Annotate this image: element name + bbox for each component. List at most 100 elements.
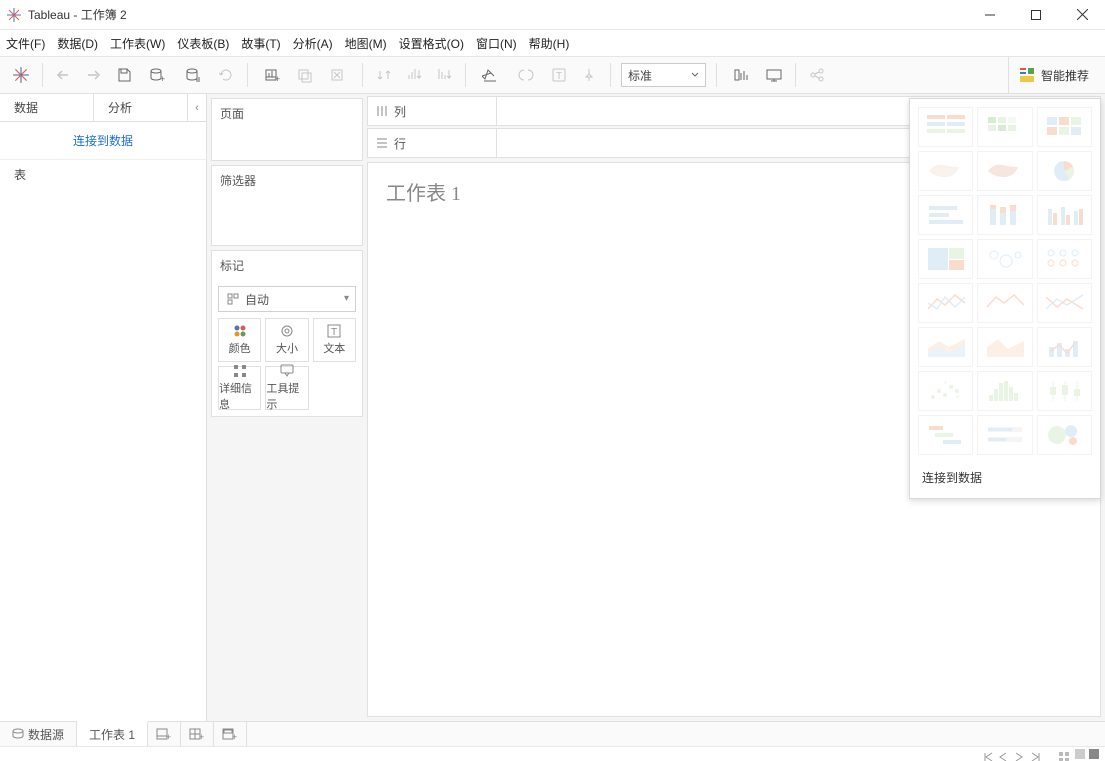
cards-column: 页面 筛选器 标记 自动 ▾ 颜色 大小 T文本 详细信息 工具提示 xyxy=(207,94,367,721)
showme-side-bar[interactable] xyxy=(1037,195,1092,235)
clear-button[interactable] xyxy=(320,61,356,89)
menu-window[interactable]: 窗口(N) xyxy=(476,35,517,52)
datasource-icon xyxy=(12,728,24,740)
color-mark[interactable]: 颜色 xyxy=(218,318,261,362)
minimize-button[interactable] xyxy=(967,0,1013,30)
showme-dual-combo[interactable] xyxy=(1037,327,1092,367)
mark-type-selector[interactable]: 自动 ▾ xyxy=(218,286,356,312)
refresh-button[interactable] xyxy=(211,61,241,89)
menu-worksheet[interactable]: 工作表(W) xyxy=(110,35,165,52)
filters-card[interactable]: 筛选器 xyxy=(211,165,363,246)
new-datasource-button[interactable]: + xyxy=(139,61,175,89)
pages-card[interactable]: 页面 xyxy=(211,98,363,161)
show-me-panel: ++ 连接到数据 xyxy=(909,98,1101,499)
presentation-button[interactable] xyxy=(759,61,789,89)
close-button[interactable] xyxy=(1059,0,1105,30)
new-worksheet-tab[interactable]: + xyxy=(148,722,181,746)
maximize-button[interactable] xyxy=(1013,0,1059,30)
new-worksheet-icon: + xyxy=(156,727,172,741)
showme-scatter[interactable]: ++ xyxy=(918,371,973,411)
size-mark[interactable]: 大小 xyxy=(265,318,308,362)
pause-updates-button[interactable] xyxy=(175,61,211,89)
showme-area-disc[interactable] xyxy=(977,327,1032,367)
sheet-sorter-icon[interactable] xyxy=(1089,749,1099,759)
grid-view-icon[interactable] xyxy=(1059,749,1071,759)
labels-button[interactable]: T xyxy=(544,61,574,89)
showme-line-cont[interactable] xyxy=(918,283,973,323)
showme-bullet[interactable] xyxy=(977,415,1032,455)
showme-dual-line[interactable] xyxy=(1037,283,1092,323)
sheet1-tab[interactable]: 工作表 1 xyxy=(77,721,148,746)
menu-analysis[interactable]: 分析(A) xyxy=(293,35,333,52)
showme-side-circle[interactable] xyxy=(1037,239,1092,279)
text-icon: T xyxy=(327,324,341,338)
showme-box-plot[interactable] xyxy=(1037,371,1092,411)
menu-help[interactable]: 帮助(H) xyxy=(529,35,570,52)
collapse-pane-button[interactable]: ‹ xyxy=(188,94,206,121)
show-me-label: 智能推荐 xyxy=(1041,67,1089,84)
detail-icon xyxy=(233,364,247,378)
svg-text:+: + xyxy=(160,74,165,83)
title-bar: Tableau - 工作簿 2 xyxy=(0,0,1105,30)
datasource-tab[interactable]: 数据源 xyxy=(0,722,77,746)
share-button[interactable] xyxy=(802,61,832,89)
showme-histogram[interactable] xyxy=(977,371,1032,411)
highlight-button[interactable] xyxy=(472,61,508,89)
analytics-tab[interactable]: 分析 xyxy=(94,94,188,121)
next-icon[interactable] xyxy=(1015,749,1027,759)
group-button[interactable] xyxy=(508,61,544,89)
showme-filled-map[interactable] xyxy=(977,151,1032,191)
text-mark[interactable]: T文本 xyxy=(313,318,356,362)
menu-dashboard[interactable]: 仪表板(B) xyxy=(177,35,229,52)
detail-mark[interactable]: 详细信息 xyxy=(218,366,261,410)
new-worksheet-button[interactable]: + xyxy=(254,61,290,89)
showme-hbar[interactable] xyxy=(918,195,973,235)
filmstrip-view-icon[interactable] xyxy=(1075,749,1085,759)
showme-circle-views[interactable] xyxy=(977,239,1032,279)
showme-treemap[interactable] xyxy=(918,239,973,279)
last-icon[interactable] xyxy=(1031,749,1043,759)
menu-format[interactable]: 设置格式(O) xyxy=(399,35,464,52)
size-icon xyxy=(280,324,294,338)
tableau-logo-button[interactable] xyxy=(6,61,36,89)
showme-pie[interactable] xyxy=(1037,151,1092,191)
connect-to-data-link[interactable]: 连接到数据 xyxy=(0,122,206,159)
showme-stacked-bar[interactable] xyxy=(977,195,1032,235)
window-title: Tableau - 工作簿 2 xyxy=(28,6,127,23)
menu-data[interactable]: 数据(D) xyxy=(57,35,98,52)
menu-file[interactable]: 文件(F) xyxy=(6,35,45,52)
menu-map[interactable]: 地图(M) xyxy=(345,35,387,52)
sheet-tabs: 数据源 工作表 1 + + + xyxy=(0,721,1105,746)
marks-card: 标记 自动 ▾ 颜色 大小 T文本 详细信息 工具提示 xyxy=(211,250,363,417)
svg-text:T: T xyxy=(556,71,562,82)
sort-desc-button[interactable] xyxy=(429,61,459,89)
showme-heat-map[interactable] xyxy=(977,107,1032,147)
save-button[interactable] xyxy=(109,61,139,89)
showme-highlight-table[interactable] xyxy=(1037,107,1092,147)
showme-gantt[interactable] xyxy=(918,415,973,455)
showme-line-disc[interactable] xyxy=(977,283,1032,323)
show-me-button[interactable]: 智能推荐 xyxy=(1008,57,1099,93)
showme-text-table[interactable] xyxy=(918,107,973,147)
new-dashboard-tab[interactable]: + xyxy=(181,722,214,746)
showme-area-cont[interactable] xyxy=(918,327,973,367)
svg-text:+: + xyxy=(199,732,204,741)
new-story-tab[interactable]: + xyxy=(214,722,247,746)
data-tab[interactable]: 数据 xyxy=(0,94,94,121)
undo-button[interactable] xyxy=(49,61,79,89)
show-cards-button[interactable] xyxy=(723,61,759,89)
sort-asc-button[interactable] xyxy=(399,61,429,89)
pages-title: 页面 xyxy=(212,99,362,128)
showme-packed-bubble[interactable] xyxy=(1037,415,1092,455)
first-icon[interactable] xyxy=(983,749,995,759)
redo-button[interactable] xyxy=(79,61,109,89)
showme-symbol-map[interactable] xyxy=(918,151,973,191)
duplicate-button[interactable] xyxy=(290,61,320,89)
columns-shelf-label: 列 xyxy=(367,96,497,126)
menu-story[interactable]: 故事(T) xyxy=(241,35,280,52)
prev-icon[interactable] xyxy=(999,749,1011,759)
fit-selector[interactable]: 标准 xyxy=(621,63,706,87)
tooltip-mark[interactable]: 工具提示 xyxy=(265,366,308,410)
swap-button[interactable] xyxy=(369,61,399,89)
pin-button[interactable] xyxy=(574,61,604,89)
